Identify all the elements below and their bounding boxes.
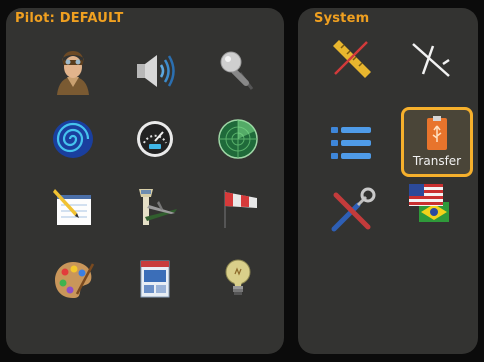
palette-icon bbox=[55, 262, 95, 298]
flags-icon bbox=[409, 184, 449, 222]
radar-settings-button[interactable] bbox=[198, 104, 278, 174]
voice-settings-button[interactable] bbox=[198, 36, 278, 106]
units-settings-button[interactable] bbox=[312, 24, 392, 94]
glider-icon bbox=[412, 43, 450, 77]
radar-icon bbox=[218, 119, 258, 159]
pilot-icon bbox=[57, 51, 89, 95]
layout-settings-button[interactable] bbox=[115, 244, 195, 314]
pilot-panel: Pilot: DEFAULT bbox=[6, 8, 284, 354]
setup-settings-button[interactable] bbox=[312, 176, 392, 246]
vortex-settings-button[interactable] bbox=[33, 104, 113, 174]
airspace-settings-button[interactable] bbox=[115, 172, 195, 242]
gauge-settings-button[interactable] bbox=[115, 104, 195, 174]
list-icon bbox=[331, 127, 371, 159]
windsock-icon bbox=[224, 190, 257, 228]
look-settings-button[interactable] bbox=[33, 244, 113, 314]
vortex-icon bbox=[53, 120, 93, 158]
notes-settings-button[interactable] bbox=[33, 172, 113, 242]
wind-settings-button[interactable] bbox=[198, 172, 278, 242]
transfer-label: Transfer bbox=[412, 154, 462, 168]
layout-icon bbox=[140, 260, 170, 298]
pilot-panel-title: Pilot: DEFAULT bbox=[15, 11, 124, 26]
microphone-icon bbox=[220, 51, 254, 90]
airport-tower-icon bbox=[139, 189, 177, 225]
speaker-icon bbox=[137, 55, 175, 87]
language-settings-button[interactable] bbox=[390, 168, 470, 238]
lightbulb-icon bbox=[225, 259, 251, 295]
system-panel: System Transfer bbox=[298, 8, 478, 354]
tools-icon bbox=[331, 187, 376, 232]
pilot-settings-button[interactable] bbox=[33, 36, 113, 106]
ruler-icon bbox=[333, 40, 371, 78]
all-settings-button[interactable] bbox=[312, 108, 392, 178]
notepad-icon bbox=[53, 189, 91, 225]
transfer-icon bbox=[427, 116, 447, 150]
audio-settings-button[interactable] bbox=[115, 36, 195, 106]
gauge-icon bbox=[137, 121, 173, 157]
display-settings-button[interactable] bbox=[198, 244, 278, 314]
polar-settings-button[interactable] bbox=[390, 24, 470, 94]
transfer-button[interactable]: Transfer bbox=[401, 107, 473, 177]
